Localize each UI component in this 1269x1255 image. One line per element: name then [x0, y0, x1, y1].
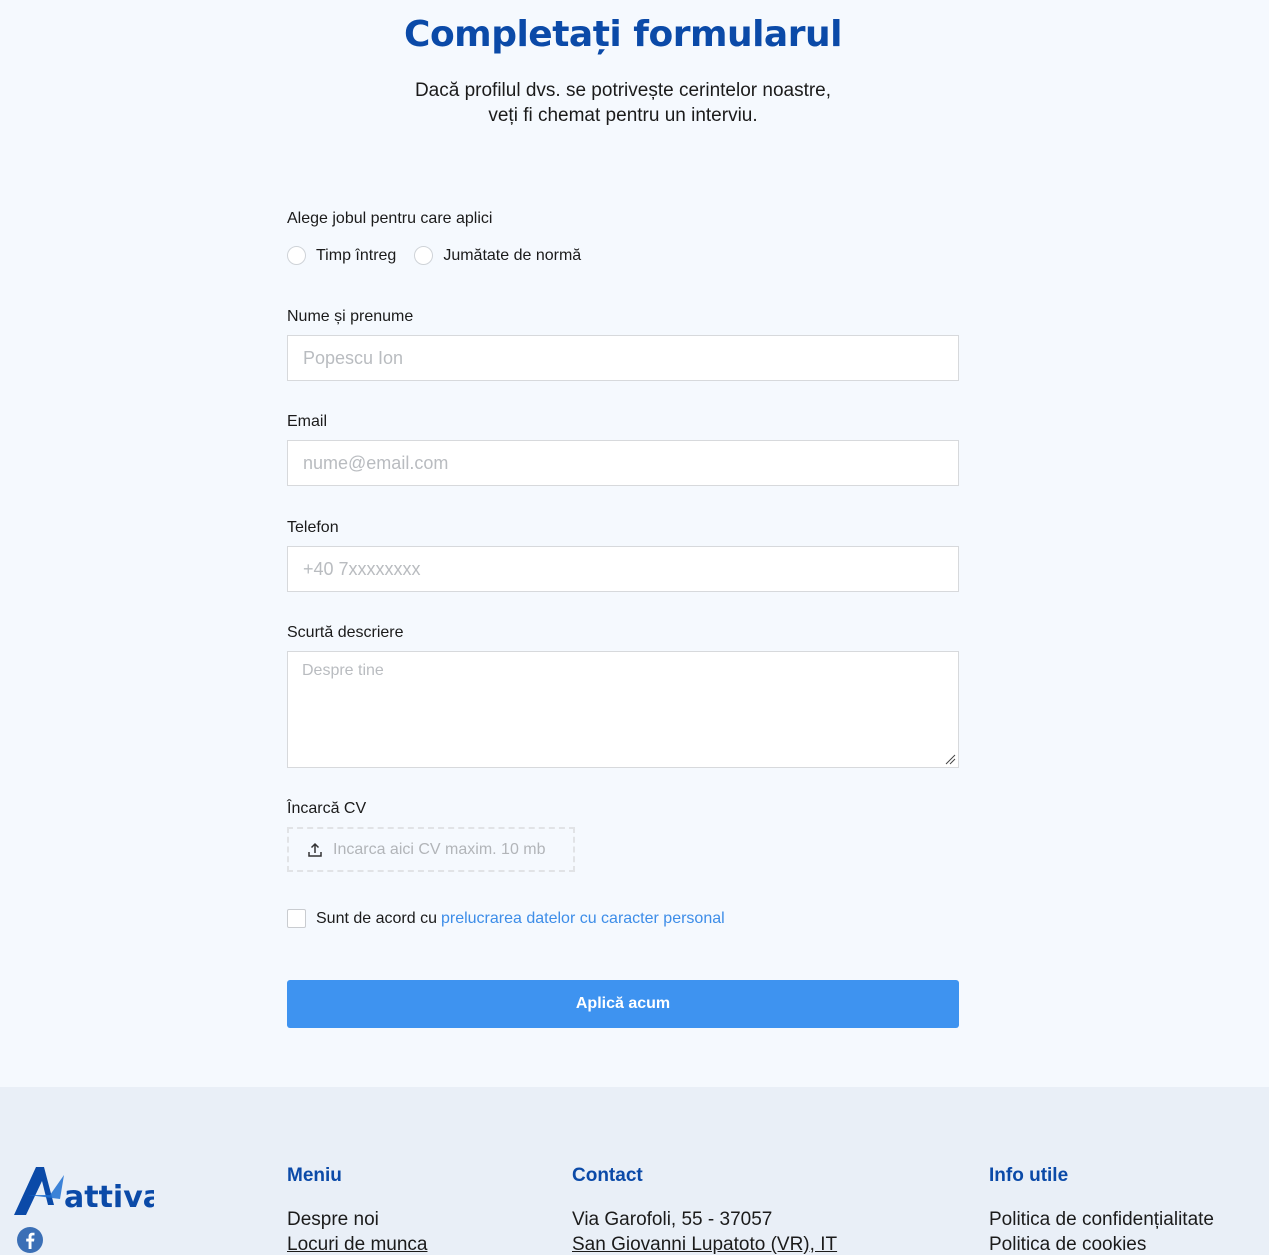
footer-contact: Contact Via Garofoli, 55 - 37057 San Gio… [572, 1165, 837, 1254]
radio-full-time-label[interactable]: Timp întreg [316, 247, 396, 265]
footer: attiva Meniu Despre noi Locuri de munca … [0, 1087, 1269, 1255]
consent-row: Sunt de acord cu prelucrarea datelor cu … [287, 909, 725, 928]
name-input[interactable] [287, 335, 959, 381]
footer-link-cookies[interactable]: Politica de cookies [989, 1235, 1214, 1254]
footer-info: Info utile Politica de confidențialitate… [989, 1165, 1214, 1254]
submit-button[interactable]: Aplică acum [287, 980, 959, 1028]
footer-address-line-1: Via Garofoli, 55 - 37057 [572, 1209, 773, 1230]
resize-grip-icon[interactable] [944, 753, 956, 765]
email-input[interactable] [287, 440, 959, 486]
radio-full-time[interactable] [287, 246, 306, 265]
consent-text: Sunt de acord cu [316, 909, 437, 927]
footer-info-heading: Info utile [989, 1165, 1069, 1186]
phone-label: Telefon [287, 519, 339, 536]
footer-contact-heading: Contact [572, 1165, 643, 1186]
footer-address-line-2[interactable]: San Giovanni Lupatoto (VR), IT [572, 1235, 837, 1254]
upload-icon [308, 842, 322, 857]
consent-checkbox[interactable] [287, 909, 306, 928]
email-label: Email [287, 413, 328, 430]
footer-menu-heading: Meniu [287, 1165, 342, 1186]
footer-link-about[interactable]: Despre noi [287, 1210, 427, 1229]
phone-input[interactable] [287, 546, 959, 592]
cv-label: Încarcă CV [287, 800, 367, 817]
cv-upload-text: Incarca aici CV maxim. 10 mb [333, 840, 546, 858]
cv-upload-button[interactable]: Incarca aici CV maxim. 10 mb [287, 827, 575, 872]
job-type-label: Alege jobul pentru care aplici [287, 210, 493, 227]
footer-menu: Meniu Despre noi Locuri de munca [287, 1165, 427, 1254]
description-label: Scurtă descriere [287, 624, 404, 641]
privacy-policy-link[interactable]: prelucrarea datelor cu caracter personal [441, 910, 725, 928]
radio-part-time-label[interactable]: Jumătate de normă [443, 247, 581, 265]
radio-part-time[interactable] [414, 246, 434, 265]
name-label: Nume și prenume [287, 308, 414, 325]
logo-wordmark: attiva [64, 1180, 154, 1215]
page-title: Completați formularul [404, 14, 842, 55]
footer-link-privacy[interactable]: Politica de confidențialitate [989, 1210, 1214, 1229]
facebook-icon[interactable] [17, 1227, 43, 1253]
page-subtitle: Dacă profilul dvs. se potrivește cerinte… [414, 80, 832, 126]
description-wrapper [287, 651, 959, 768]
description-textarea[interactable] [287, 651, 959, 768]
job-type-options: Timp întreg Jumătate de normă [287, 246, 599, 265]
footer-link-jobs[interactable]: Locuri de munca [287, 1235, 427, 1254]
attiva-logo[interactable]: attiva [14, 1165, 154, 1217]
